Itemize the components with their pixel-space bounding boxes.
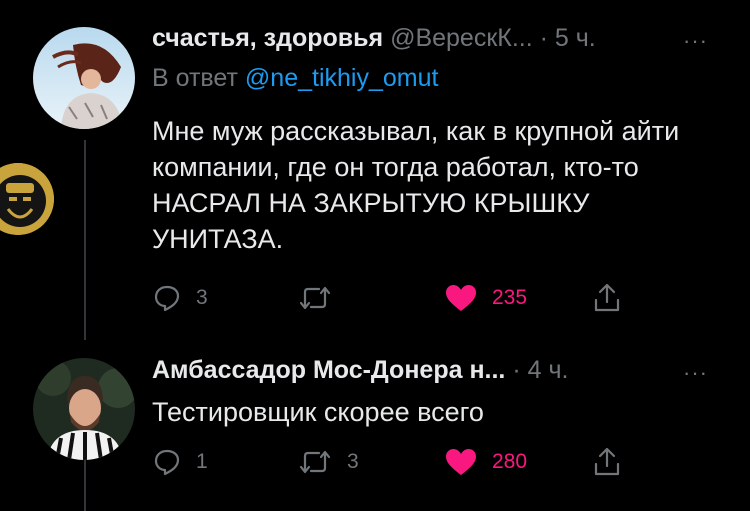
tweet-2-header: Амбассадор Мос-Донера н... · 4 ч.: [152, 356, 568, 385]
retweet-button[interactable]: [297, 281, 347, 315]
share-upload-icon: [592, 282, 622, 314]
reply-mention-link[interactable]: @ne_tikhiy_omut: [245, 64, 439, 92]
avatar-tweet-1[interactable]: [33, 27, 135, 129]
share-upload-icon: [592, 446, 622, 478]
reply-button[interactable]: 1: [152, 445, 208, 479]
separator-dot: ·: [512, 356, 521, 384]
reply-button[interactable]: 3: [152, 281, 208, 315]
avatar-tweet-2[interactable]: [33, 358, 135, 460]
timestamp[interactable]: 5 ч.: [555, 24, 596, 52]
more-options-icon[interactable]: ···: [683, 360, 708, 386]
timestamp[interactable]: 4 ч.: [528, 356, 569, 384]
reply-context: В ответ @ne_tikhiy_omut: [152, 64, 438, 93]
retweet-count: 3: [347, 450, 359, 473]
share-button[interactable]: [592, 281, 622, 315]
speech-bubble-icon: [152, 283, 182, 313]
heart-icon: [444, 447, 478, 477]
retweet-arrows-icon: [297, 447, 333, 477]
tweet-2-actions: 1 3 280: [152, 445, 652, 479]
reply-count: 3: [196, 286, 208, 309]
speech-bubble-icon: [152, 447, 182, 477]
author-name[interactable]: Амбассадор Мос-Донера н...: [152, 356, 505, 384]
separator-dot: ·: [539, 24, 548, 52]
reply-prefix: В ответ: [152, 64, 238, 92]
author-name[interactable]: счастья, здоровья: [152, 24, 383, 52]
tweet-1-header: счастья, здоровья @ВерескК... · 5 ч.: [152, 24, 596, 53]
reply-count: 1: [196, 450, 208, 473]
more-options-icon[interactable]: ···: [683, 28, 708, 54]
like-button[interactable]: 280: [444, 445, 527, 479]
like-count: 235: [492, 286, 528, 309]
author-handle[interactable]: @ВерескК...: [390, 24, 533, 52]
share-button[interactable]: [592, 445, 622, 479]
retweet-button[interactable]: 3: [297, 445, 359, 479]
heart-icon: [444, 283, 478, 313]
tweet-2[interactable]: Амбассадор Мос-Донера н... · 4 ч. ··· Те…: [0, 340, 750, 511]
like-count: 280: [492, 450, 528, 473]
tweet-1-actions: 3 235: [152, 281, 652, 315]
tweet-text: Мне муж рассказывал, как в крупной айти …: [152, 116, 680, 254]
tweet-text: Тестировщик скорее всего: [152, 397, 484, 427]
like-button[interactable]: 235: [444, 281, 527, 315]
retweet-arrows-icon: [297, 283, 333, 313]
tweet-1[interactable]: счастья, здоровья @ВерескК... · 5 ч. ···…: [0, 0, 750, 340]
